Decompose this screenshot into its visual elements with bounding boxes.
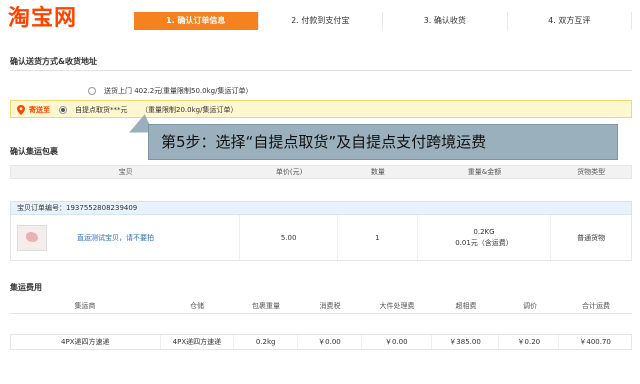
fees-row: 4PX递四方速递 4PX递四方速递 0.2kg ￥0.00 ￥0.00 ￥385… (10, 334, 632, 350)
item-amount: 0.01元（含运费） (455, 238, 513, 247)
delivery-label: 送货上门 402.2元 (104, 87, 162, 95)
order-number-bar: 宝贝订单编号：1937552808239409 (10, 201, 632, 215)
fee-carrier: 4PX递四方速递 (11, 335, 161, 349)
pickup-radio[interactable] (59, 106, 67, 114)
fee-col-bulky: 大件处理费 (379, 302, 415, 310)
order-number-label: 宝贝订单编号： (17, 204, 66, 212)
package-section-title: 确认集运包裹 (10, 147, 58, 156)
pickup-label: 自提点取货***元 (75, 106, 128, 114)
item-thumbnail[interactable] (17, 224, 47, 251)
location-pin-icon (17, 105, 25, 115)
fees-section-title: 集运费用 (10, 283, 42, 292)
item-name-link[interactable]: 直运测试宝贝，请不要拍 (77, 233, 154, 243)
order-steps: 1. 确认订单信息 2. 付款到支付宝 3. 确认收货 4. 双方互评 (134, 12, 632, 30)
fee-col-weight: 包裹重量 (252, 302, 280, 310)
fee-oversize: ￥385.00 (432, 335, 500, 349)
fees-table-header: 集运商 仓储 包裹重量 消费税 大件处理费 超相费 调价 合计运费 (10, 300, 632, 314)
item-weight-amount: 0.2KG 0.01元（含运费） (418, 215, 552, 260)
fee-total: ￥400.70 (579, 338, 611, 346)
fee-weight: 0.2kg (234, 335, 299, 349)
taobao-logo[interactable]: 淘宝网 (8, 4, 77, 32)
delivery-radio[interactable] (88, 87, 96, 95)
fee-bulky: ￥0.00 (362, 335, 432, 349)
shipping-option-delivery[interactable]: 送货上门 402.2元 （重量限制50.0kg/集运订单） (10, 82, 632, 100)
package-item-row: 直运测试宝贝，请不要拍 5.00 1 0.2KG 0.01元（含运费） 普通货物 (10, 215, 632, 261)
fee-col-carrier: 集运商 (74, 302, 96, 310)
col-price: 单价(元) (275, 168, 303, 176)
shipping-section-title: 确认送货方式&收货地址 (10, 57, 97, 66)
fee-tax: ￥0.00 (298, 335, 362, 349)
order-number: 1937552808239409 (66, 204, 138, 212)
col-qty: 数量 (370, 168, 385, 176)
fee-col-adjust: 调价 (523, 302, 537, 310)
divider (10, 70, 632, 71)
fee-col-warehouse: 仓储 (190, 302, 204, 310)
package-table-header: 宝贝 单价(元) 数量 重量&金额 货物类型 (10, 165, 632, 179)
fee-warehouse: 4PX递四方速递 (161, 335, 235, 349)
step-3: 3. 确认收货 (383, 12, 508, 30)
fee-col-total: 合计运费 (582, 302, 610, 310)
col-goods-type: 货物类型 (577, 168, 606, 176)
item-cell: 直运测试宝贝，请不要拍 (11, 215, 241, 260)
shipping-option-pickup[interactable]: 寄送至 自提点取货***元 （重量限制20.0kg/集运订单） (10, 100, 632, 118)
item-goods-type: 普通货物 (577, 233, 606, 242)
item-quantity: 1 (338, 215, 418, 260)
fee-adjust: ￥0.20 (499, 335, 560, 349)
step-1: 1. 确认订单信息 (134, 12, 259, 30)
item-weight: 0.2KG (473, 227, 495, 236)
fee-col-oversize: 超相费 (455, 302, 477, 310)
col-item: 宝贝 (118, 168, 133, 176)
delivery-note: （重量限制50.0kg/集运订单） (156, 87, 253, 95)
fee-col-tax: 消费税 (319, 302, 341, 310)
pickup-note: （重量限制20.0kg/集运订单） (141, 106, 238, 114)
col-weight-amount: 重量&金额 (467, 168, 502, 176)
step-callout: 第5步：选择“自提点取货”及自提点支付跨境运费 (148, 124, 618, 160)
item-price: 5.00 (240, 215, 338, 260)
step-4: 4. 双方互评 (507, 12, 632, 30)
send-to-label: 寄送至 (29, 106, 50, 114)
step-2: 2. 付款到支付宝 (258, 12, 383, 30)
